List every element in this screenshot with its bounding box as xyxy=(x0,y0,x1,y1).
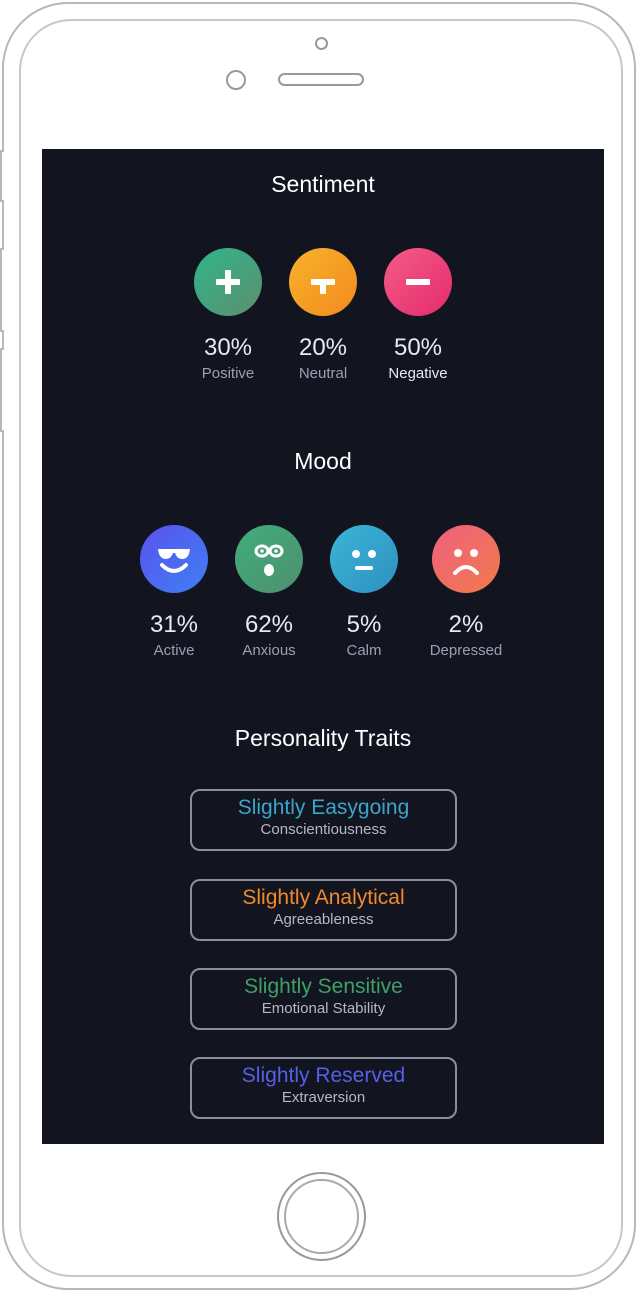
volume-up-button xyxy=(0,248,4,332)
mood-value: 31% xyxy=(149,611,199,638)
sad-face-icon xyxy=(432,525,500,593)
trait-subtitle: Emotional Stability xyxy=(261,1000,386,1017)
trait-title: Slightly Analytical xyxy=(242,886,405,909)
neutral-icon xyxy=(289,248,357,316)
mood-calm: 5% Calm xyxy=(309,525,419,659)
personality-title: Personality Traits xyxy=(234,725,412,751)
camera-icon xyxy=(315,37,328,50)
trait-card[interactable]: Slightly Easygoing Conscientiousness xyxy=(190,789,457,851)
sentiment-label: Neutral xyxy=(298,365,348,382)
sentiment-value: 30% xyxy=(203,334,253,361)
front-sensor-icon xyxy=(226,70,246,90)
trait-title: Slightly Easygoing xyxy=(237,796,410,819)
mood-title: Mood xyxy=(294,448,352,474)
trait-title: Slightly Sensitive xyxy=(244,975,403,998)
sentiment-negative: 50% Negative xyxy=(363,248,473,382)
mood-depressed: 2% Depressed xyxy=(411,525,521,659)
sentiment-positive: 30% Positive xyxy=(173,248,283,382)
sentiment-label: Negative xyxy=(388,365,448,382)
trait-subtitle: Conscientiousness xyxy=(260,821,387,838)
mood-label: Anxious xyxy=(242,642,296,659)
mood-label: Calm xyxy=(346,642,382,659)
sentiment-title: Sentiment xyxy=(271,171,375,197)
volume-down-button xyxy=(0,348,4,432)
neutral-face-icon xyxy=(330,525,398,593)
trait-subtitle: Extraversion xyxy=(281,1089,366,1106)
sentiment-value: 20% xyxy=(298,334,348,361)
trait-card[interactable]: Slightly Sensitive Emotional Stability xyxy=(190,968,457,1030)
speaker-grille xyxy=(278,73,364,86)
mood-anxious: 62% Anxious xyxy=(214,525,324,659)
plus-icon xyxy=(194,248,262,316)
trait-title: Slightly Reserved xyxy=(241,1064,406,1087)
mood-active: 31% Active xyxy=(119,525,229,659)
minus-icon xyxy=(384,248,452,316)
home-button[interactable] xyxy=(277,1172,366,1261)
trait-card[interactable]: Slightly Analytical Agreeableness xyxy=(190,879,457,941)
mood-label: Active xyxy=(153,642,195,659)
mood-value: 62% xyxy=(244,611,294,638)
mood-value: 5% xyxy=(346,611,382,638)
mood-value: 2% xyxy=(448,611,484,638)
mute-switch xyxy=(0,150,4,202)
mood-label: Depressed xyxy=(429,642,503,659)
sunglasses-face-icon xyxy=(140,525,208,593)
trait-subtitle: Agreeableness xyxy=(273,911,374,928)
sentiment-neutral: 20% Neutral xyxy=(268,248,378,382)
sentiment-label: Positive xyxy=(201,365,255,382)
trait-card[interactable]: Slightly Reserved Extraversion xyxy=(190,1057,457,1119)
sentiment-value: 50% xyxy=(393,334,443,361)
surprised-face-icon xyxy=(235,525,303,593)
app-screen: Sentiment 30% Positive 20% Neutral 50% N… xyxy=(42,149,604,1144)
